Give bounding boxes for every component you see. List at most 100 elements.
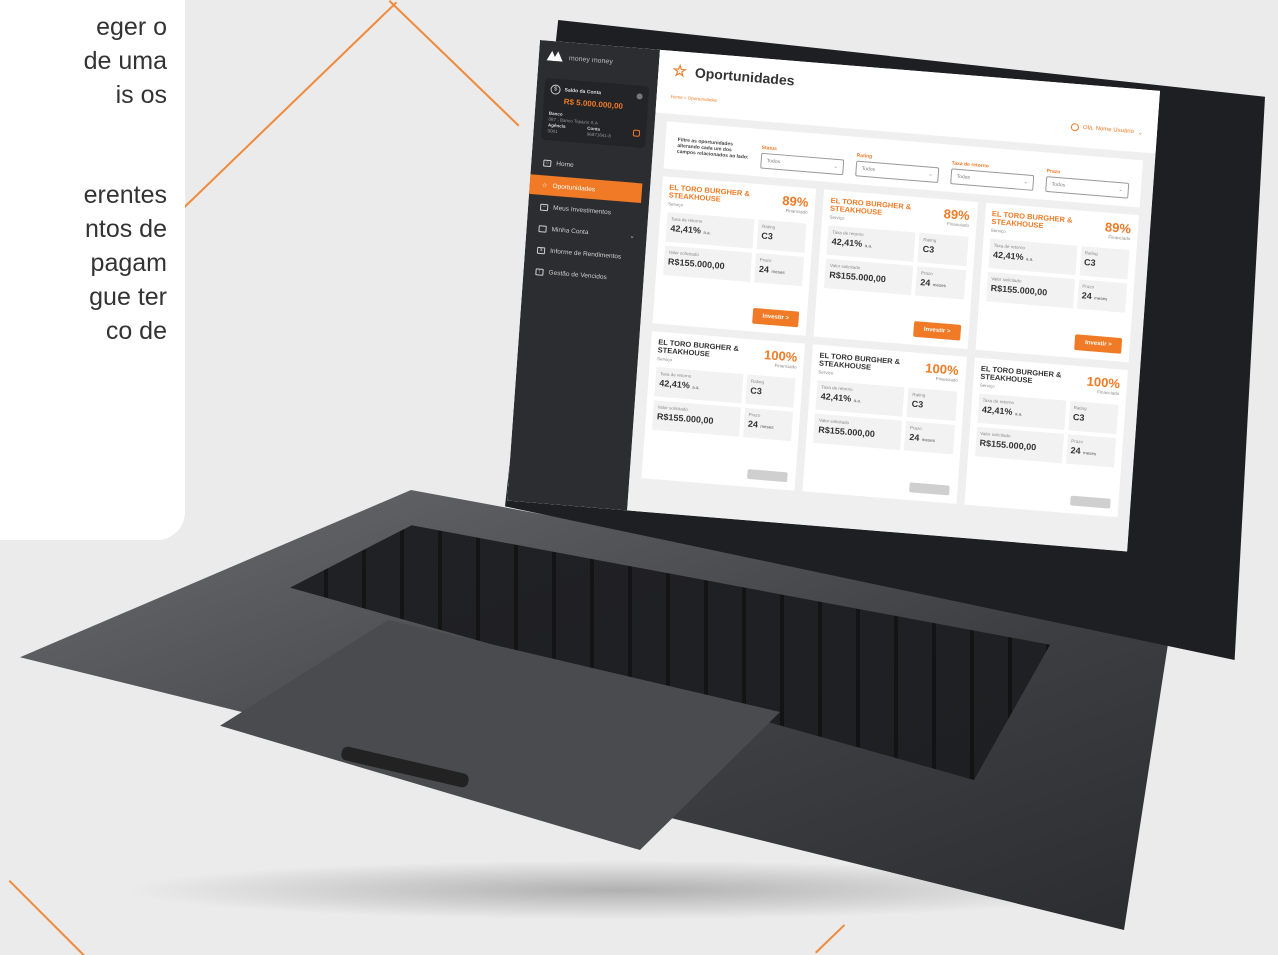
account-label: Conta [587,125,601,132]
intro-text-line: pagam [90,249,167,277]
term-value: 24 [908,432,920,443]
term-unit: meses [1082,450,1097,457]
rating-metric: Rating C3 [906,387,958,422]
eye-icon[interactable] [636,93,643,100]
opportunity-card[interactable]: EL TORO BURGHER & STEAKHOUSE Serviço 89%… [975,202,1140,363]
sidebar-item-label: Informe de Rendimentos [549,247,622,261]
wallet-icon [538,225,547,233]
rate-metric: Taxa de retorno 42,41% a.a. [654,366,744,404]
page-title: Oportunidades [694,64,796,89]
rating-metric: Rating C3 [1079,246,1130,280]
funded-percent: 100% [1086,373,1121,392]
funded-label: Financiado [946,221,970,228]
brand-logo[interactable]: money money [546,50,651,70]
term-metric: Prazo 24 meses [754,252,805,287]
agency-value: 0001 [547,128,558,135]
rating-metric: Rating C3 [745,374,796,408]
sidebar-item-label: Gestão de Vencidos [548,269,607,282]
opportunity-card[interactable]: EL TORO BURGHER & STEAKHOUSE Serviço 100… [641,331,806,491]
select-value: Todas [956,173,971,181]
rating-value: C3 [761,230,774,242]
filter-prazo: Prazo Todos ⌄ [1045,168,1130,199]
rate-unit: a.a. [864,243,873,249]
term-value: 24 [1081,290,1093,302]
sidebar-item-label: Home [556,160,574,169]
intro-text-line: co de [105,317,167,345]
amount-metric: Valor solicitado R$155.000,00 [985,271,1075,309]
intro-text-line: erentes [83,181,167,209]
rate-value: 42,41% [831,236,863,249]
term-unit: meses [921,437,936,444]
amount-metric: Valor solicitado R$155.000,00 [824,258,914,296]
term-metric: Prazo 24 meses [742,407,794,442]
term-metric: Prazo 24 meses [915,266,966,300]
amount-metric: Valor solicitado R$155.000,00 [974,426,1064,464]
home-icon: ⌂ [543,159,552,168]
account-value: 96871641-8 [586,131,612,139]
decorative-line [815,924,846,954]
funded-percent: 100% [763,347,798,365]
rate-unit: a.a. [703,229,712,236]
rating-metric: Rating C3 [917,232,969,267]
opportunity-card[interactable]: EL TORO BURGHER & STEAKHOUSE Serviço 100… [802,344,967,504]
rate-metric: Taxa de retorno 42,41% a.a. [815,380,905,417]
chevron-down-icon: ⌄ [629,233,635,240]
intro-text-line: gue ter [89,283,167,311]
decorative-line [180,1,398,212]
term-metric: Prazo 24 meses [1076,279,1128,313]
term-value: 24 [919,277,931,288]
invest-button[interactable]: Investir > [1074,334,1123,354]
select-value: Todos [1051,181,1066,189]
rating-value: C3 [749,385,763,397]
decorative-line [8,880,88,955]
term-value: 24 [747,418,759,430]
opportunity-card[interactable]: EL TORO BURGHER & STEAKHOUSE Serviço 89%… [652,176,817,336]
invest-button[interactable]: Investir > [751,307,800,328]
intro-text-line: is os [115,81,167,109]
rate-metric: Taxa de retorno 42,41% a.a. [988,238,1078,276]
amount-metric: Valor solicitado R$155.000,00 [651,400,742,437]
copy-icon[interactable] [632,129,641,137]
sidebar-item-label: Meus Investimentos [552,204,612,217]
opportunity-cards: EL TORO BURGHER & STEAKHOUSE Serviço 89%… [641,176,1140,518]
rate-metric: Taxa de retorno 42,41% a.a. [665,212,755,249]
term-metric: Prazo 24 meses [904,420,955,455]
intro-text-card: eger o de uma is os erentes ntos de paga… [0,0,185,540]
term-metric: Prazo 24 meses [1065,434,1117,468]
select-value: Todos [766,158,781,166]
main-content: ☆ Oportunidades Home > Oportunidades Olá… [627,49,1160,552]
invest-button[interactable] [908,482,950,496]
opportunity-card[interactable]: EL TORO BURGHER & STEAKHOUSE Serviço 89%… [813,189,978,350]
rate-value: 42,41% [992,249,1024,262]
invest-button[interactable]: Investir > [913,321,961,341]
invest-button[interactable] [747,469,789,483]
rating-value: C3 [1083,257,1096,268]
invest-button[interactable] [1070,495,1111,509]
rate-metric: Taxa de retorno 42,41% a.a. [826,225,916,262]
term-unit: meses [932,282,947,289]
rate-value: 42,41% [658,378,691,391]
chevron-down-icon: ⌄ [928,171,933,178]
chart-icon: ~ [539,203,549,212]
star-icon: ☆ [671,62,688,81]
user-icon [1070,122,1080,132]
term-unit: meses [1093,295,1108,302]
rate-value: 42,41% [820,391,852,404]
filter-status: Status Todos ⌄ [760,145,845,176]
term-value: 24 [1070,445,1081,456]
funded-label: Financiado [1108,234,1131,242]
chevron-down-icon: ⌄ [1023,179,1028,186]
rating-metric: Rating C3 [1068,400,1119,435]
document-icon: $ [536,246,546,255]
account-balance-box: $ Saldo da Conta R$ 5.000.000,00 Banco 0… [540,77,650,149]
brand-logo-icon [546,50,563,63]
chevron-down-icon: ⌄ [833,163,838,170]
term-value: 24 [758,264,770,275]
rate-unit: a.a. [1014,411,1023,417]
filters-hint: Filtre as oportunidades alterando cada u… [676,137,749,161]
opportunity-card[interactable]: EL TORO BURGHER & STEAKHOUSE Serviço 100… [964,357,1128,518]
rate-unit: a.a. [692,384,700,391]
term-unit: meses [771,268,785,275]
rate-value: 42,41% [981,404,1013,417]
filter-taxa: Taxa de retorno Todas ⌄ [950,161,1035,191]
